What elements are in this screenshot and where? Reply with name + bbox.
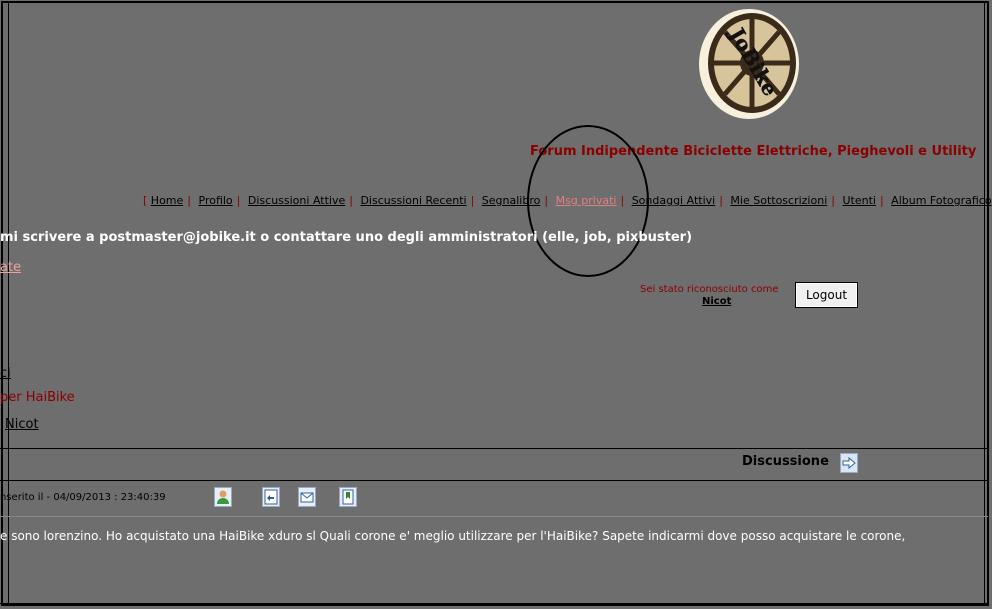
user-profile-icon[interactable]: [214, 487, 232, 507]
nav-album-fotografico[interactable]: Album Fotografico: [891, 194, 991, 207]
divider: [0, 603, 988, 604]
post-message-body: e sono lorenzino. Ho acquistato una HaiB…: [0, 529, 906, 543]
logout-button[interactable]: Logout: [795, 282, 858, 308]
nav-mie-sottoscrizioni[interactable]: Mie Sottoscrizioni: [730, 194, 827, 207]
nav-profilo[interactable]: Profilo: [199, 194, 233, 207]
send-message-icon[interactable]: [298, 487, 316, 507]
nav-discussioni-attive[interactable]: Discussioni Attive: [248, 194, 345, 207]
reply-quote-icon[interactable]: [262, 487, 280, 507]
discussion-label: Discussione: [742, 454, 829, 469]
nav-discussioni-recenti[interactable]: Discussioni Recenti: [360, 194, 466, 207]
annotation-circle: [527, 125, 649, 277]
bookmark-icon[interactable]: [339, 487, 357, 507]
jobike-logo[interactable]: JoBike: [697, 6, 801, 120]
nav-home[interactable]: Home: [151, 194, 183, 207]
breadcrumb-user[interactable]: Nicot: [5, 417, 39, 432]
next-topic-arrow-icon[interactable]: [840, 453, 858, 473]
login-status-text: Sei stato riconosciuto come: [640, 284, 779, 295]
breadcrumb-topic: per HaiBike: [0, 390, 75, 405]
notice-link[interactable]: ate: [0, 260, 21, 275]
divider: [0, 480, 988, 481]
post-timestamp: nserito il - 04/09/2013 : 23:40:39: [0, 492, 166, 503]
login-username[interactable]: Nicot: [702, 296, 731, 307]
divider: [0, 516, 988, 517]
divider: [0, 448, 988, 449]
breadcrumb-forum[interactable]: ci: [0, 366, 11, 381]
nav-bracket: [: [143, 194, 148, 207]
notice-text: mi scrivere a postmaster@jobike.it o con…: [0, 230, 693, 245]
nav-utenti[interactable]: Utenti: [842, 194, 875, 207]
